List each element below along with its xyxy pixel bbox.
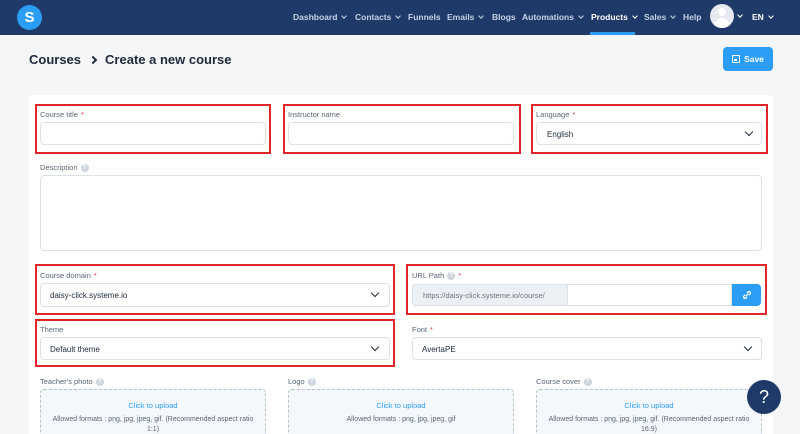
- systeme-logo[interactable]: S: [17, 5, 42, 30]
- logo-upload-link[interactable]: Click to upload: [289, 401, 513, 410]
- course-cover-dropzone[interactable]: Click to upload Allowed formats : png, j…: [536, 389, 762, 434]
- logo-dropzone[interactable]: Click to upload Allowed formats : png, j…: [288, 389, 514, 434]
- highlight-box: [35, 319, 395, 367]
- nav-emails[interactable]: Emails: [447, 10, 485, 24]
- teacher-photo-upload-link[interactable]: Click to upload: [41, 401, 265, 410]
- description-label: Description?: [40, 163, 89, 172]
- course-cover-upload-link[interactable]: Click to upload: [537, 401, 761, 410]
- chevron-down-icon: [767, 12, 774, 19]
- nav-dashboard[interactable]: Dashboard: [293, 10, 348, 24]
- font-select[interactable]: AvertaPE: [412, 337, 762, 360]
- chevron-down-icon: [341, 12, 348, 19]
- chevron-down-icon: [578, 12, 584, 19]
- teacher-photo-dropzone[interactable]: Click to upload Allowed formats : png, j…: [40, 389, 266, 434]
- chevron-down-icon: [743, 342, 753, 352]
- info-icon[interactable]: ?: [80, 163, 89, 172]
- user-avatar[interactable]: [710, 4, 734, 28]
- highlight-box: [283, 104, 521, 154]
- info-icon[interactable]: ?: [95, 377, 104, 386]
- chevron-down-icon: [395, 12, 402, 19]
- course-cover-hint: Allowed formats : png, jpg, jpeg, gif. (…: [548, 416, 750, 433]
- nav-contacts[interactable]: Contacts: [355, 10, 402, 24]
- top-nav: S Dashboard Contacts Funnels Emails Blog…: [0, 0, 800, 35]
- info-icon[interactable]: ?: [583, 377, 592, 386]
- help-chat-button[interactable]: ?: [747, 380, 781, 414]
- breadcrumb: Courses Create a new course: [29, 52, 231, 67]
- chevron-down-icon: [478, 12, 485, 19]
- chevron-down-icon: [632, 12, 638, 19]
- nav-funnels[interactable]: Funnels: [408, 10, 441, 24]
- floppy-disk-icon: [732, 55, 741, 63]
- chevron-down-icon: [670, 12, 677, 19]
- teacher-photo-hint: Allowed formats : png, jpg, jpeg, gif. (…: [52, 416, 254, 433]
- description-textarea[interactable]: [40, 175, 762, 251]
- course-cover-label: Course cover?: [536, 377, 592, 386]
- highlight-box: [35, 264, 395, 315]
- info-icon[interactable]: ?: [307, 377, 316, 386]
- nav-automations[interactable]: Automations: [522, 10, 584, 24]
- font-label: Font *: [412, 325, 433, 334]
- breadcrumb-courses[interactable]: Courses: [29, 52, 81, 67]
- logo-hint: Allowed formats : png, jpg, jpeg, gif: [346, 416, 456, 423]
- nav-blogs[interactable]: Blogs: [492, 10, 516, 24]
- save-button[interactable]: Save: [723, 47, 773, 71]
- highlight-box: [531, 104, 768, 154]
- nav-help[interactable]: Help: [683, 10, 701, 24]
- language-switcher[interactable]: EN: [752, 10, 774, 24]
- chevron-right-icon: [88, 55, 98, 64]
- nav-sales[interactable]: Sales: [644, 10, 677, 24]
- logo-label: Logo?: [288, 377, 316, 386]
- active-tab-indicator: [590, 32, 635, 35]
- teacher-photo-label: Teacher's photo?: [40, 377, 104, 386]
- highlight-box: [406, 264, 767, 315]
- nav-products[interactable]: Products: [591, 10, 638, 24]
- page-title: Create a new course: [105, 52, 232, 67]
- chevron-down-icon[interactable]: [737, 12, 743, 18]
- highlight-box: [35, 104, 271, 154]
